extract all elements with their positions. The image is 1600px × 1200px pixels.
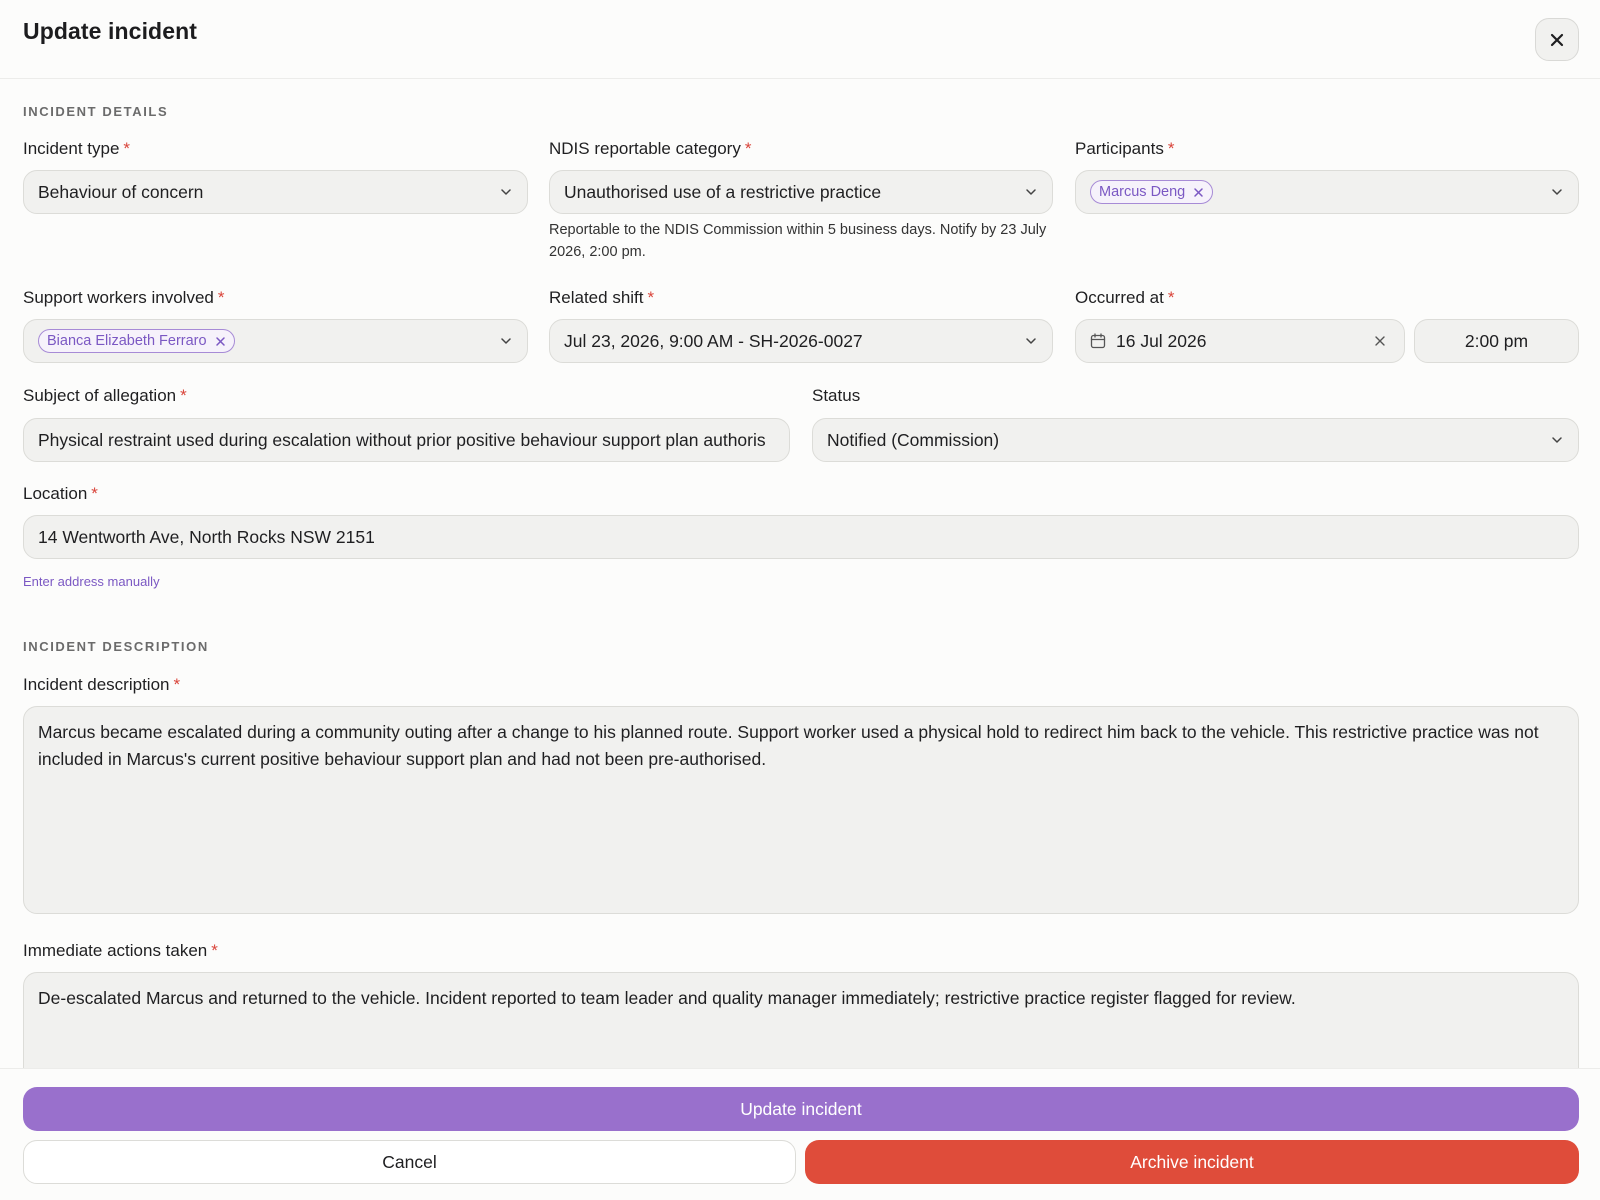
cancel-button[interactable]: Cancel <box>23 1140 796 1184</box>
incident-type-select[interactable]: Behaviour of concern <box>23 170 528 214</box>
required-marker: * <box>217 288 225 307</box>
dialog-title: Update incident <box>23 18 198 44</box>
clear-date-icon[interactable] <box>1374 335 1386 347</box>
ndis-category-label: NDIS reportable category * <box>549 139 752 158</box>
location-label: Location * <box>23 484 98 503</box>
related-shift-value: Jul 23, 2026, 9:00 AM - SH-2026-0027 <box>564 330 863 351</box>
occurred-date-picker[interactable]: 16 Jul 2026 <box>1075 319 1405 363</box>
calendar-icon <box>1090 333 1106 349</box>
status-select[interactable]: Notified (Commission) <box>812 418 1579 462</box>
incident-type-label: Incident type * <box>23 139 131 158</box>
required-marker: * <box>647 288 655 307</box>
related-shift-select[interactable]: Jul 23, 2026, 9:00 AM - SH-2026-0027 <box>549 319 1053 363</box>
required-marker: * <box>123 139 131 158</box>
chevron-down-icon <box>501 338 511 344</box>
dialog-footer: Update incident Cancel Archive incident <box>0 1068 1600 1200</box>
update-incident-button[interactable]: Update incident <box>23 1087 1579 1131</box>
close-button[interactable] <box>1535 18 1579 61</box>
support-workers-select[interactable]: Bianca Elizabeth Ferraro <box>23 319 528 363</box>
subject-value: Physical restraint used during escalatio… <box>38 429 766 450</box>
participant-chip-label: Marcus Deng <box>1099 184 1186 200</box>
remove-chip-icon[interactable] <box>215 336 226 347</box>
dialog-header: Update incident <box>0 0 1600 79</box>
required-marker: * <box>91 484 98 503</box>
participants-chip-list: Marcus Deng <box>1090 180 1542 204</box>
required-marker: * <box>173 675 181 694</box>
incident-description-textarea[interactable]: Marcus became escalated during a communi… <box>23 706 1579 914</box>
archive-incident-button[interactable]: Archive incident <box>805 1140 1579 1184</box>
required-marker: * <box>211 941 218 960</box>
occurred-at-label: Occurred at * <box>1075 288 1175 307</box>
support-worker-chip: Bianca Elizabeth Ferraro <box>38 329 235 353</box>
ndis-category-value: Unauthorised use of a restrictive practi… <box>564 181 882 202</box>
chevron-down-icon <box>501 189 511 195</box>
chevron-down-icon <box>1552 437 1562 443</box>
update-incident-dialog: Update incident INCIDENT DETAILS Inciden… <box>0 0 1600 1200</box>
support-workers-chip-list: Bianca Elizabeth Ferraro <box>38 329 491 353</box>
enter-address-manually-link[interactable]: Enter address manually <box>23 574 160 589</box>
chevron-down-icon <box>1026 338 1036 344</box>
chevron-down-icon <box>1552 189 1562 195</box>
status-label: Status <box>812 386 861 405</box>
support-worker-chip-label: Bianca Elizabeth Ferraro <box>47 333 207 349</box>
participants-select[interactable]: Marcus Deng <box>1075 170 1579 214</box>
remove-chip-icon[interactable] <box>1193 187 1204 198</box>
related-shift-label: Related shift * <box>549 288 655 307</box>
location-input[interactable]: 14 Wentworth Ave, North Rocks NSW 2151 <box>23 515 1579 559</box>
close-icon <box>1550 33 1564 46</box>
incident-description-label: Incident description * <box>23 675 181 694</box>
required-marker: * <box>744 139 752 158</box>
section-heading-details: INCIDENT DETAILS <box>23 104 169 119</box>
subject-label: Subject of allegation * <box>23 386 187 405</box>
occurred-date-value: 16 Jul 2026 <box>1116 330 1207 351</box>
occurred-time-input[interactable]: 2:00 pm <box>1414 319 1579 363</box>
required-marker: * <box>180 386 187 405</box>
required-marker: * <box>1167 288 1175 307</box>
immediate-actions-label: Immediate actions taken * <box>23 941 218 960</box>
section-heading-description: INCIDENT DESCRIPTION <box>23 639 209 654</box>
ndis-reporting-helper: Reportable to the NDIS Commission within… <box>549 222 1047 260</box>
chevron-down-icon <box>1026 189 1036 195</box>
required-marker: * <box>1167 139 1175 158</box>
subject-input[interactable]: Physical restraint used during escalatio… <box>23 418 790 462</box>
support-workers-label: Support workers involved * <box>23 288 225 307</box>
occurred-time-value: 2:00 pm <box>1464 330 1529 351</box>
participant-chip: Marcus Deng <box>1090 180 1214 204</box>
incident-type-value: Behaviour of concern <box>38 181 204 202</box>
ndis-category-select[interactable]: Unauthorised use of a restrictive practi… <box>549 170 1053 214</box>
participants-label: Participants * <box>1075 139 1175 158</box>
status-value: Notified (Commission) <box>827 429 1000 450</box>
location-value: 14 Wentworth Ave, North Rocks NSW 2151 <box>38 526 375 547</box>
